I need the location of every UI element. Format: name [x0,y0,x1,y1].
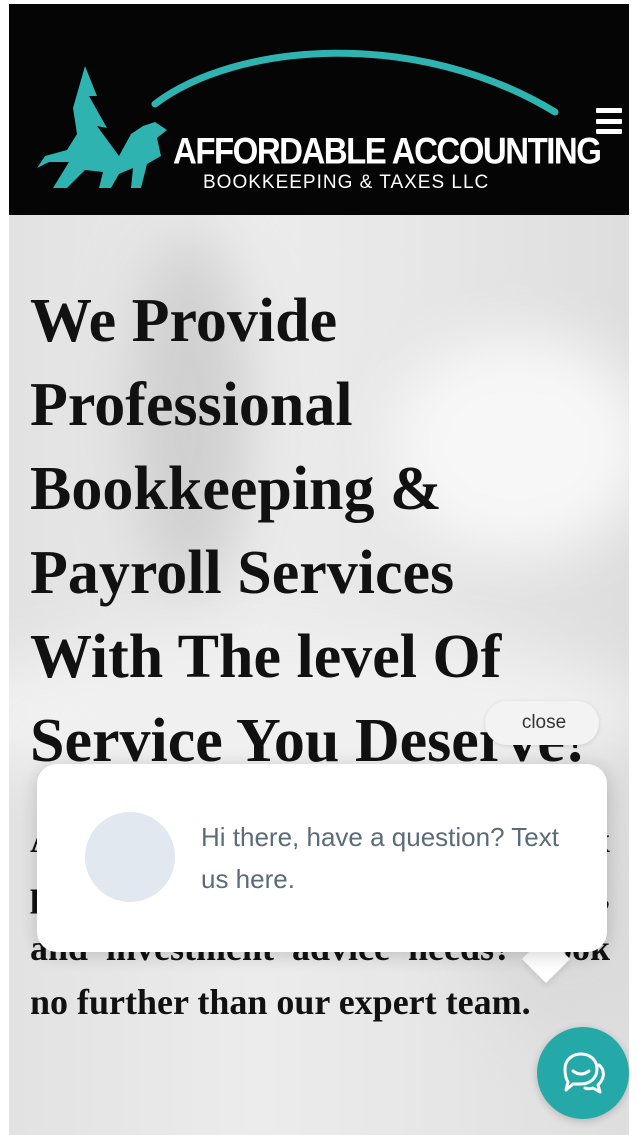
chat-close-button[interactable]: close [485,701,599,745]
chat-popup[interactable]: Hi there, have a question? Text us here. [37,764,607,952]
logo-subtitle: BOOKKEEPING & TAXES LLC [203,172,490,193]
hamburger-icon[interactable] [596,108,622,134]
menu-bar [596,108,622,113]
hero-title-line: With The level Of [30,623,502,691]
menu-bar [596,118,622,124]
chat-bubble-icon [563,1052,605,1094]
chat-message: Hi there, have a question? Text us here. [201,822,559,894]
chat-launcher-button[interactable] [537,1027,629,1119]
hero-section: We Provide Professional Bookkeeping & Pa… [9,215,629,1135]
hero-title-line: Bookkeeping & [30,455,442,523]
site-logo[interactable]: AFFORDABLE ACCOUNTING BOOKKEEPING & TAXE… [27,38,602,198]
avatar [85,812,175,902]
page-frame: AFFORDABLE ACCOUNTING BOOKKEEPING & TAXE… [9,4,629,1135]
menu-bar [596,129,622,134]
hero-title-line: We Provide [30,287,338,355]
hero-title-line: Payroll Services [30,539,455,607]
site-header: AFFORDABLE ACCOUNTING BOOKKEEPING & TAXE… [9,4,629,215]
hero-title-line: Professional [30,371,353,439]
logo-title: AFFORDABLE ACCOUNTING [173,130,602,172]
